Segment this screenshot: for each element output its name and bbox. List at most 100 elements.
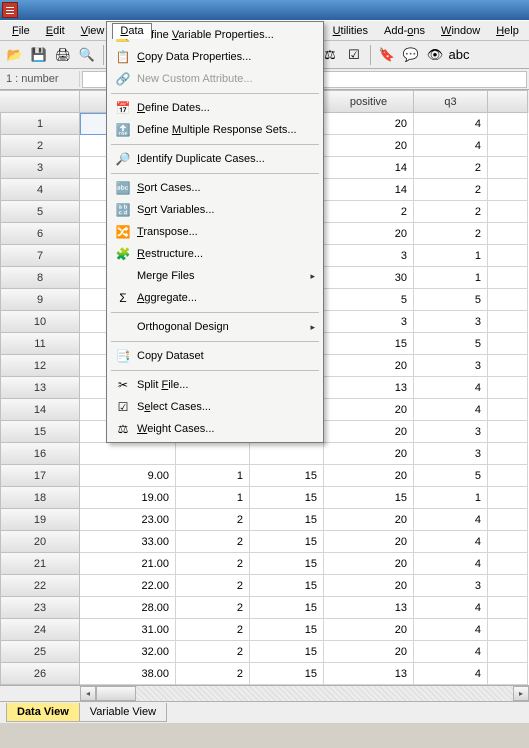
menu-item-split-file[interactable]: ✂Split File... xyxy=(109,374,321,396)
row-number[interactable]: 19 xyxy=(0,509,80,531)
cell[interactable]: 15 xyxy=(250,553,324,575)
row-number[interactable]: 26 xyxy=(0,663,80,685)
menu-item-identify-duplicate-cases[interactable]: 🔎Identify Duplicate Cases... xyxy=(109,148,321,170)
cell[interactable]: 1 xyxy=(176,465,250,487)
menu-item-orthogonal-design[interactable]: Orthogonal Design xyxy=(109,316,321,338)
cell[interactable]: 4 xyxy=(414,553,488,575)
cell[interactable]: 20 xyxy=(324,509,414,531)
cell[interactable]: 23.00 xyxy=(80,509,176,531)
cell[interactable] xyxy=(176,443,250,465)
menu-item-weight-cases[interactable]: ⚖Weight Cases... xyxy=(109,418,321,440)
menu-item-transpose[interactable]: 🔀Transpose... xyxy=(109,221,321,243)
cell[interactable]: 5 xyxy=(414,465,488,487)
tab-data-view[interactable]: Data View xyxy=(6,703,80,722)
cell[interactable]: 2 xyxy=(176,597,250,619)
cell[interactable] xyxy=(488,135,528,157)
cell[interactable]: 2 xyxy=(176,553,250,575)
cell[interactable]: 20 xyxy=(324,421,414,443)
row-number[interactable]: 13 xyxy=(0,377,80,399)
menu-edit[interactable]: Edit xyxy=(38,23,73,39)
menu-add-ons[interactable]: Add-ons xyxy=(376,23,433,39)
row-number[interactable]: 4 xyxy=(0,179,80,201)
cell[interactable]: 2 xyxy=(176,531,250,553)
cell[interactable] xyxy=(488,597,528,619)
row-number[interactable]: 25 xyxy=(0,641,80,663)
cell[interactable] xyxy=(488,355,528,377)
cell[interactable]: 2 xyxy=(176,509,250,531)
cell[interactable]: 4 xyxy=(414,663,488,685)
cell[interactable]: 5 xyxy=(414,289,488,311)
menu-item-copy-data-properties[interactable]: 📋Copy Data Properties... xyxy=(109,46,321,68)
cell[interactable]: 4 xyxy=(414,377,488,399)
cell[interactable]: 15 xyxy=(250,641,324,663)
row-number[interactable]: 16 xyxy=(0,443,80,465)
cell[interactable]: 15 xyxy=(250,575,324,597)
cell[interactable]: 5 xyxy=(324,289,414,311)
cell[interactable] xyxy=(488,157,528,179)
value-labels-icon[interactable]: 🔖 xyxy=(376,44,398,66)
cell[interactable]: 3 xyxy=(324,245,414,267)
row-number[interactable]: 7 xyxy=(0,245,80,267)
cell[interactable]: 15 xyxy=(324,487,414,509)
cell[interactable]: 4 xyxy=(414,135,488,157)
cell[interactable]: 4 xyxy=(414,597,488,619)
cell[interactable]: 33.00 xyxy=(80,531,176,553)
menu-item-restructure[interactable]: 🧩Restructure... xyxy=(109,243,321,265)
row-number[interactable]: 12 xyxy=(0,355,80,377)
preview-icon[interactable]: 🔍 xyxy=(76,44,98,66)
cell[interactable]: 20 xyxy=(324,575,414,597)
cell[interactable]: 2 xyxy=(176,619,250,641)
cell[interactable]: 15 xyxy=(250,531,324,553)
cell[interactable]: 1 xyxy=(176,487,250,509)
row-number[interactable]: 9 xyxy=(0,289,80,311)
row-number[interactable]: 17 xyxy=(0,465,80,487)
cell[interactable]: 15 xyxy=(250,487,324,509)
cell[interactable] xyxy=(488,289,528,311)
cell[interactable]: 2 xyxy=(176,575,250,597)
row-number[interactable]: 11 xyxy=(0,333,80,355)
cell[interactable]: 15 xyxy=(250,509,324,531)
save-icon[interactable]: 💾 xyxy=(28,44,50,66)
scroll-thumb[interactable] xyxy=(96,686,136,701)
cell[interactable]: 13 xyxy=(324,377,414,399)
cell[interactable]: 4 xyxy=(414,509,488,531)
menu-item-copy-dataset[interactable]: 📑Copy Dataset xyxy=(109,345,321,367)
menu-help[interactable]: Help xyxy=(488,23,527,39)
rownum-header[interactable] xyxy=(0,90,80,113)
col-header-pad[interactable] xyxy=(488,90,528,113)
cell[interactable]: 20 xyxy=(324,399,414,421)
cell[interactable] xyxy=(488,333,528,355)
cell[interactable]: 20 xyxy=(324,553,414,575)
spellcheck-icon[interactable]: abc xyxy=(448,44,470,66)
cell[interactable] xyxy=(488,443,528,465)
cell[interactable]: 21.00 xyxy=(80,553,176,575)
cell[interactable]: 3 xyxy=(414,355,488,377)
row-number[interactable]: 1 xyxy=(0,113,80,135)
cell[interactable] xyxy=(488,113,528,135)
show-all-icon[interactable]: 👁 xyxy=(424,44,446,66)
cell[interactable]: 9.00 xyxy=(80,465,176,487)
cell[interactable]: 2 xyxy=(414,201,488,223)
menu-data[interactable]: Data xyxy=(112,23,151,39)
cell[interactable]: 4 xyxy=(414,641,488,663)
open-icon[interactable]: 📂 xyxy=(4,44,26,66)
cell[interactable]: 20 xyxy=(324,641,414,663)
cell[interactable]: 20 xyxy=(324,465,414,487)
row-number[interactable]: 20 xyxy=(0,531,80,553)
cell[interactable] xyxy=(488,619,528,641)
cell[interactable]: 3 xyxy=(324,311,414,333)
row-number[interactable]: 21 xyxy=(0,553,80,575)
scroll-right-icon[interactable]: ▸ xyxy=(513,686,529,701)
cell[interactable]: 1 xyxy=(414,267,488,289)
menu-window[interactable]: Window xyxy=(433,23,488,39)
cell[interactable]: 1 xyxy=(414,487,488,509)
menu-item-define-multiple-response-sets[interactable]: 🔝Define Multiple Response Sets... xyxy=(109,119,321,141)
horizontal-scrollbar[interactable]: ◂ ▸ xyxy=(0,685,529,701)
row-number[interactable]: 3 xyxy=(0,157,80,179)
cell[interactable] xyxy=(488,553,528,575)
cell[interactable]: 4 xyxy=(414,399,488,421)
use-sets-icon[interactable]: 💬 xyxy=(400,44,422,66)
cell[interactable]: 2 xyxy=(324,201,414,223)
print-icon[interactable]: 🖨 xyxy=(52,44,74,66)
cell[interactable]: 15 xyxy=(250,663,324,685)
